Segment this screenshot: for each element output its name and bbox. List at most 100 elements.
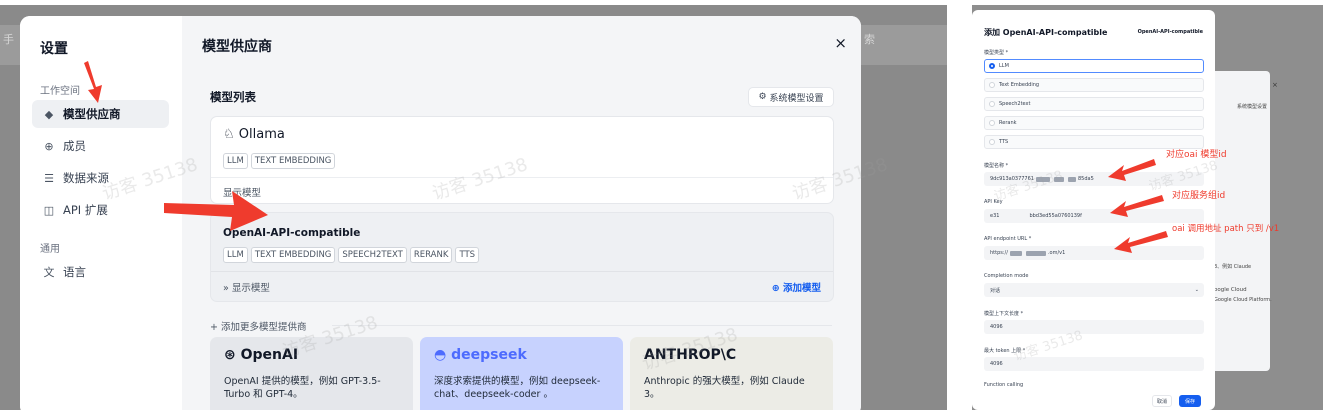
radio-icon: [989, 63, 995, 69]
sidebar-item-model-provider[interactable]: ◆ 模型供应商: [32, 100, 169, 128]
settings-modal: 设置 工作空间 ◆ 模型供应商 ⊕ 成员 ☰ 数据来源 ◫ API 扩展 通用 …: [20, 16, 861, 410]
add-model-dialog: 添加 OpenAI-API-compatible OpenAI-API-comp…: [972, 10, 1215, 410]
radio-icon: [989, 120, 995, 126]
annotation-model-id: 对应oai 模型id: [1166, 150, 1227, 160]
card-description: 深度求索提供的模型，例如 deepseek-chat、deepseek-code…: [434, 376, 601, 400]
provider-card-openai-compatible: OpenAI-API-compatible LLM TEXT EMBEDDING…: [210, 212, 834, 302]
endpoint-url-label: API endpoint URL *: [984, 236, 1032, 242]
background-text: 系统模型设置: [1237, 104, 1268, 110]
save-button[interactable]: 保存: [1179, 395, 1201, 407]
card-description: Anthropic 的强大模型，例如 Claude 3。: [644, 376, 805, 400]
radio-icon: [989, 101, 995, 107]
sidebar-item-members[interactable]: ⊕ 成员: [32, 132, 169, 160]
model-name-input[interactable]: 9dc913a0377761 85da5: [984, 172, 1204, 186]
composite-screenshot: 手 索 设置 工作空间 ◆ 模型供应商 ⊕ 成员 ☰ 数据来源 ◫ API 扩展…: [0, 0, 1323, 418]
openai-icon: ⊛: [224, 347, 236, 363]
completion-mode-label: Completion mode: [984, 273, 1029, 279]
model-list-title: 模型列表: [210, 90, 256, 104]
annotation-service-id: 对应服务组id: [1172, 191, 1226, 201]
settings-sidebar: 设置 工作空间 ◆ 模型供应商 ⊕ 成员 ☰ 数据来源 ◫ API 扩展 通用 …: [20, 16, 182, 410]
llama-icon: ♘: [223, 127, 235, 142]
model-type-option-rerank[interactable]: Rerank: [984, 116, 1204, 130]
settings-main: 模型供应商 × 模型列表 ⚙ 系统模型设置 ♘ Ollama LLM TEXT …: [182, 16, 861, 410]
tag: TEXT EMBEDDING: [250, 247, 336, 263]
puzzle-icon: ◫: [43, 203, 55, 217]
deepseek-logo: ◓ deepseek: [434, 347, 527, 363]
provider-card-openai[interactable]: ⊛ OpenAI OpenAI 提供的模型，例如 GPT-3.5-Turbo 和…: [210, 337, 413, 410]
max-token-input[interactable]: 4096: [984, 357, 1204, 371]
context-length-label: 模型上下文长度 *: [984, 311, 1024, 317]
dialog-brand: OpenAI-API-compatible: [1137, 29, 1203, 35]
members-icon: ⊕: [44, 139, 54, 153]
cancel-button[interactable]: 取消: [1152, 395, 1172, 407]
anthropic-logo: ANTHROP\C: [644, 347, 737, 363]
dialog-title: 添加 OpenAI-API-compatible: [984, 28, 1108, 37]
sidebar-item-data-source[interactable]: ☰ 数据来源: [32, 164, 169, 192]
tag: SPEECH2TEXT: [338, 247, 407, 263]
show-models-link[interactable]: 显示模型: [223, 185, 261, 199]
sidebar-item-label: 数据来源: [63, 171, 109, 185]
tag: RERANK: [409, 247, 453, 263]
provider-name: OpenAI-API-compatible: [223, 227, 361, 239]
background-text: 3、例如 Claude: [1214, 264, 1252, 270]
api-key-input[interactable]: e31 bbd3ed55a0760139f: [984, 209, 1204, 223]
sidebar-item-label: 语言: [63, 265, 86, 279]
settings-screenshot: 手 索 设置 工作空间 ◆ 模型供应商 ⊕ 成员 ☰ 数据来源 ◫ API 扩展…: [0, 5, 947, 410]
model-type-option-llm[interactable]: LLM: [984, 59, 1204, 73]
provider-card-deepseek[interactable]: ◓ deepseek 深度求索提供的模型，例如 deepseek-chat、de…: [420, 337, 623, 410]
add-model-screenshot: 系统模型设置 oogle Cloud Google Cloud Platform…: [972, 5, 1323, 410]
divider: [332, 325, 832, 326]
provider-name: ♘ Ollama: [223, 127, 285, 142]
close-icon[interactable]: ×: [834, 34, 847, 52]
sidebar-group-workspace: 工作空间: [40, 86, 80, 97]
provider-tags: LLM TEXT EMBEDDING: [223, 153, 336, 169]
model-type-option-speech2text[interactable]: Speech2text: [984, 97, 1204, 111]
provider-tags: LLM TEXT EMBEDDING SPEECH2TEXT RERANK TT…: [223, 247, 480, 263]
sidebar-item-label: 模型供应商: [63, 107, 121, 121]
provider-card-ollama: ♘ Ollama LLM TEXT EMBEDDING 显示模型: [210, 116, 834, 204]
radio-icon: [989, 139, 995, 145]
model-type-option-text-embedding[interactable]: Text Embedding: [984, 78, 1204, 92]
background-text: oogle Cloud: [1214, 287, 1247, 293]
api-key-label: API Key: [984, 199, 1003, 205]
sidebar-group-general: 通用: [40, 244, 60, 255]
translate-icon: 文: [43, 266, 55, 279]
chevron-down-icon: ⌄: [1194, 287, 1199, 293]
background-hint: 索: [864, 33, 875, 46]
tag: LLM: [223, 247, 248, 263]
add-model-button[interactable]: ⊕ 添加模型: [772, 280, 821, 294]
context-length-input[interactable]: 4096: [984, 320, 1204, 334]
gear-icon: ⚙: [758, 92, 767, 102]
sidebar-item-language[interactable]: 文 语言: [32, 258, 169, 286]
openai-logo: ⊛ OpenAI: [224, 347, 299, 363]
model-name-label: 模型名称 *: [984, 163, 1009, 169]
sidebar-item-label: 成员: [63, 139, 86, 153]
plus-circle-icon: ⊕: [771, 283, 780, 294]
sidebar-item-api-extension[interactable]: ◫ API 扩展: [32, 196, 169, 224]
card-description: OpenAI 提供的模型，例如 GPT-3.5-Turbo 和 GPT-4。: [224, 376, 381, 400]
close-icon: ×: [1272, 81, 1278, 89]
add-more-providers[interactable]: + 添加更多模型提供商: [210, 319, 306, 333]
system-model-settings-button[interactable]: ⚙ 系统模型设置: [748, 87, 834, 107]
model-type-label: 模型类型 *: [984, 50, 1009, 56]
background-panel: [1210, 71, 1270, 371]
page-title: 模型供应商: [202, 39, 272, 55]
chevron-down-icon: »: [223, 283, 229, 294]
function-calling-label: Function calling: [984, 382, 1024, 388]
tag: TTS: [455, 247, 480, 263]
database-icon: ☰: [44, 171, 54, 185]
sidebar-title: 设置: [40, 41, 68, 57]
tag: TEXT EMBEDDING: [250, 153, 336, 169]
tag: LLM: [223, 153, 248, 169]
radio-icon: [989, 82, 995, 88]
cube-icon: ◆: [44, 107, 54, 121]
sidebar-item-label: API 扩展: [63, 203, 108, 217]
background-text: Google Cloud Platform.: [1214, 297, 1272, 303]
completion-mode-select[interactable]: 对话 ⌄: [984, 283, 1204, 297]
provider-card-anthropic[interactable]: ANTHROP\C Anthropic 的强大模型，例如 Claude 3。: [630, 337, 833, 410]
background-hint: 手: [3, 33, 14, 46]
show-models-link[interactable]: » 显示模型: [223, 280, 270, 294]
annotation-path: oai 调用地址 path 只到 /v1: [1172, 224, 1280, 234]
max-token-label: 最大 token 上限 *: [984, 348, 1026, 354]
endpoint-url-input[interactable]: https://.om/v1: [984, 246, 1204, 260]
